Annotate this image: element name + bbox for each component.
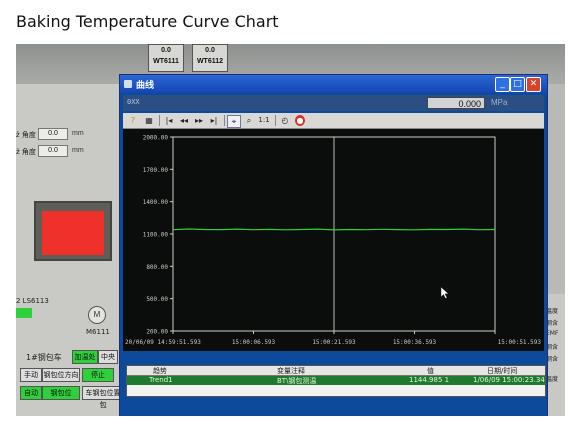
motor-tag: 2 LS6113 <box>16 297 49 305</box>
header-cell: 日期/时间 <box>487 367 518 375</box>
direction-button[interactable]: 钢包位方向 <box>42 368 80 382</box>
tank-wt6111[interactable]: 0.0 WT6111 <box>148 44 184 72</box>
car-pos-button[interactable]: 车钢包位置包 <box>82 386 124 409</box>
plot-area[interactable]: 2000.00 1700.00 1400.00 1100.00 800.00 500.00… <box>123 129 544 351</box>
motor-icon[interactable]: M <box>88 306 106 324</box>
window-title-bar[interactable]: 曲线 _ □ ✕ <box>120 75 547 93</box>
y-tick-label: 1700.00 <box>143 167 169 174</box>
zoom-icon[interactable]: ⌕ <box>243 115 255 126</box>
y-tick-label: 1100.00 <box>143 232 169 239</box>
trend-toolbar: ? ▦ |◂ ◂◂ ▸▸ ▸| ⌖ ⌕ 1:1 ◴ ● <box>123 113 544 129</box>
toolbar-separator <box>224 115 225 126</box>
grid-icon[interactable]: ▦ <box>143 115 155 126</box>
page-title: Baking Temperature Curve Chart <box>16 12 279 31</box>
tank-value: 0.0 <box>205 47 215 54</box>
one-to-one-icon[interactable]: 1:1 <box>257 115 271 126</box>
mouse-pointer-icon <box>440 286 450 299</box>
toolbar-separator <box>159 115 160 126</box>
status-indicator <box>16 308 32 318</box>
x-tick-label: 15:00:51.593 <box>498 339 542 346</box>
header-cell: 趋势 <box>153 367 167 375</box>
timer-icon[interactable]: ◴ <box>279 115 291 126</box>
next-fast-icon[interactable]: ▸▸ <box>193 115 205 126</box>
ladle-fill <box>42 211 104 255</box>
y-tick-label: 800.00 <box>146 264 168 271</box>
prev-fast-icon[interactable]: ◂◂ <box>178 115 190 126</box>
row-cell: 1144.985 1 <box>409 376 450 384</box>
row-cell: 1/06/09 15:00:23.34 <box>473 376 545 384</box>
heat-button[interactable]: 加温处 <box>72 350 98 364</box>
tank-wt6112[interactable]: 0.0 WT6112 <box>192 44 228 72</box>
window-status-bar <box>123 398 544 414</box>
row-cell: BT\钢包测温 <box>277 377 317 385</box>
field-unit: mm <box>72 130 84 137</box>
ladle-pos-button[interactable]: 钢包位 <box>42 386 80 400</box>
x-tick-label: 15:00:06.593 <box>232 339 276 346</box>
toolbar-separator <box>275 115 276 126</box>
auto-button[interactable]: 自动 <box>20 386 42 400</box>
maximize-icon[interactable]: □ <box>510 77 525 92</box>
header-cell: 值 <box>427 367 434 375</box>
tank-tag: WT6111 <box>153 58 179 65</box>
motor-code: M6111 <box>86 328 110 336</box>
y-tick-label: 1400.00 <box>143 199 169 206</box>
field-unit: mm <box>72 147 84 154</box>
pressure-bar: 0XX 0.000 MPa <box>123 95 544 111</box>
left-panel: ž 角度 0.0 mm ž 角度 0.0 mm 2 LS6113 M M6111… <box>16 84 126 416</box>
x-tick-label: 20/06/09 14:59:51.593 <box>125 339 201 346</box>
field-value[interactable]: 0.0 <box>38 128 68 140</box>
legend-row[interactable]: Trend1 BT\钢包测温 1144.985 1 1/06/09 15:00:… <box>127 376 545 385</box>
y-tick-label: 500.00 <box>146 296 168 303</box>
close-icon[interactable]: ✕ <box>526 77 541 92</box>
center-button[interactable]: 中央 <box>98 350 118 364</box>
last-icon[interactable]: ▸| <box>208 115 220 126</box>
x-tick-label: 15:00:36.593 <box>393 339 437 346</box>
tank-value: 0.0 <box>161 47 171 54</box>
y-tick-label: 200.00 <box>146 329 168 336</box>
stop-button[interactable]: 停止 <box>82 368 114 382</box>
row-cell: Trend1 <box>149 376 173 384</box>
y-tick-label: 2000.00 <box>143 135 169 142</box>
pressure-unit: MPa <box>491 98 508 107</box>
pressure-label: 0XX <box>127 98 140 106</box>
tank-tag: WT6112 <box>196 58 224 65</box>
trend-chart[interactable]: 2000.00 1700.00 1400.00 1100.00 800.00 500.00… <box>123 129 544 351</box>
cursor-icon[interactable]: ⌖ <box>227 115 241 128</box>
minimize-icon[interactable]: _ <box>495 77 510 92</box>
trend-window[interactable]: 曲线 _ □ ✕ 0XX 0.000 MPa ? ▦ |◂ ◂◂ ▸▸ ▸| ⌖… <box>119 74 548 416</box>
help-icon[interactable]: ? <box>127 115 139 126</box>
first-icon[interactable]: |◂ <box>163 115 175 126</box>
x-tick-label: 15:00:21.593 <box>312 339 356 346</box>
ladle-graphic <box>34 201 112 261</box>
field-value[interactable]: 0.0 <box>38 145 68 157</box>
header-cell: 变量注释 <box>277 367 305 375</box>
window-title: 曲线 <box>136 81 155 91</box>
car-label: 1#钢包车 <box>26 353 62 362</box>
field-label: ž 角度 <box>16 131 36 139</box>
app-icon <box>124 80 132 88</box>
trend-legend-table: 趋势 变量注释 值 日期/时间 Trend1 BT\钢包测温 1144.985 … <box>126 365 546 397</box>
screen-photo: 0.0 WT6111 0.0 WT6112 ž 角度 0.0 mm ž 角度 0… <box>16 44 565 416</box>
legend-header: 趋势 变量注释 值 日期/时间 <box>127 366 545 376</box>
pressure-value: 0.000 <box>427 97 485 109</box>
stop-icon[interactable]: ● <box>295 115 305 126</box>
field-label: ž 角度 <box>16 148 36 156</box>
manual-button[interactable]: 手动 <box>20 368 42 382</box>
